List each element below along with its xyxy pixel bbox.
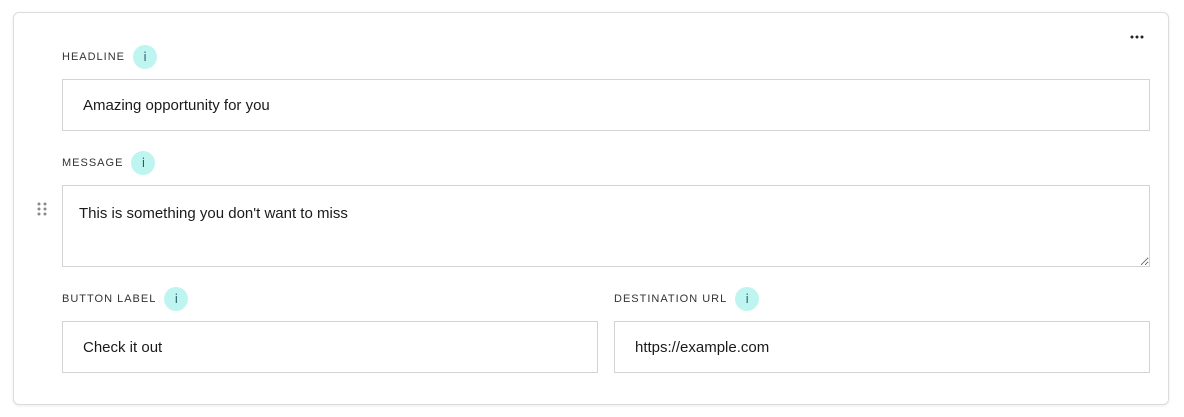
headline-input[interactable]	[62, 79, 1150, 131]
message-label: MESSAGE	[62, 157, 124, 169]
drag-handle[interactable]	[36, 200, 48, 218]
button-label-label: BUTTON LABEL	[62, 293, 157, 305]
message-label-row: MESSAGE i	[62, 151, 156, 175]
more-horizontal-icon	[1130, 35, 1144, 39]
button-label-input[interactable]	[62, 321, 598, 373]
message-textarea[interactable]: This is something you don't want to miss	[62, 185, 1150, 267]
headline-label: HEADLINE	[62, 51, 126, 63]
destination-url-label-row: DESTINATION URL i	[614, 287, 760, 311]
more-options-button[interactable]	[1126, 28, 1148, 46]
drag-handle-icon	[37, 202, 47, 216]
headline-label-row: HEADLINE i	[62, 45, 158, 69]
message-info-icon[interactable]: i	[131, 151, 156, 175]
destination-url-info-icon[interactable]: i	[735, 287, 760, 311]
headline-info-icon[interactable]: i	[133, 45, 158, 69]
button-label-info-icon[interactable]: i	[164, 287, 189, 311]
destination-url-input[interactable]	[614, 321, 1150, 373]
destination-url-label: DESTINATION URL	[614, 293, 728, 305]
button-label-label-row: BUTTON LABEL i	[62, 287, 189, 311]
